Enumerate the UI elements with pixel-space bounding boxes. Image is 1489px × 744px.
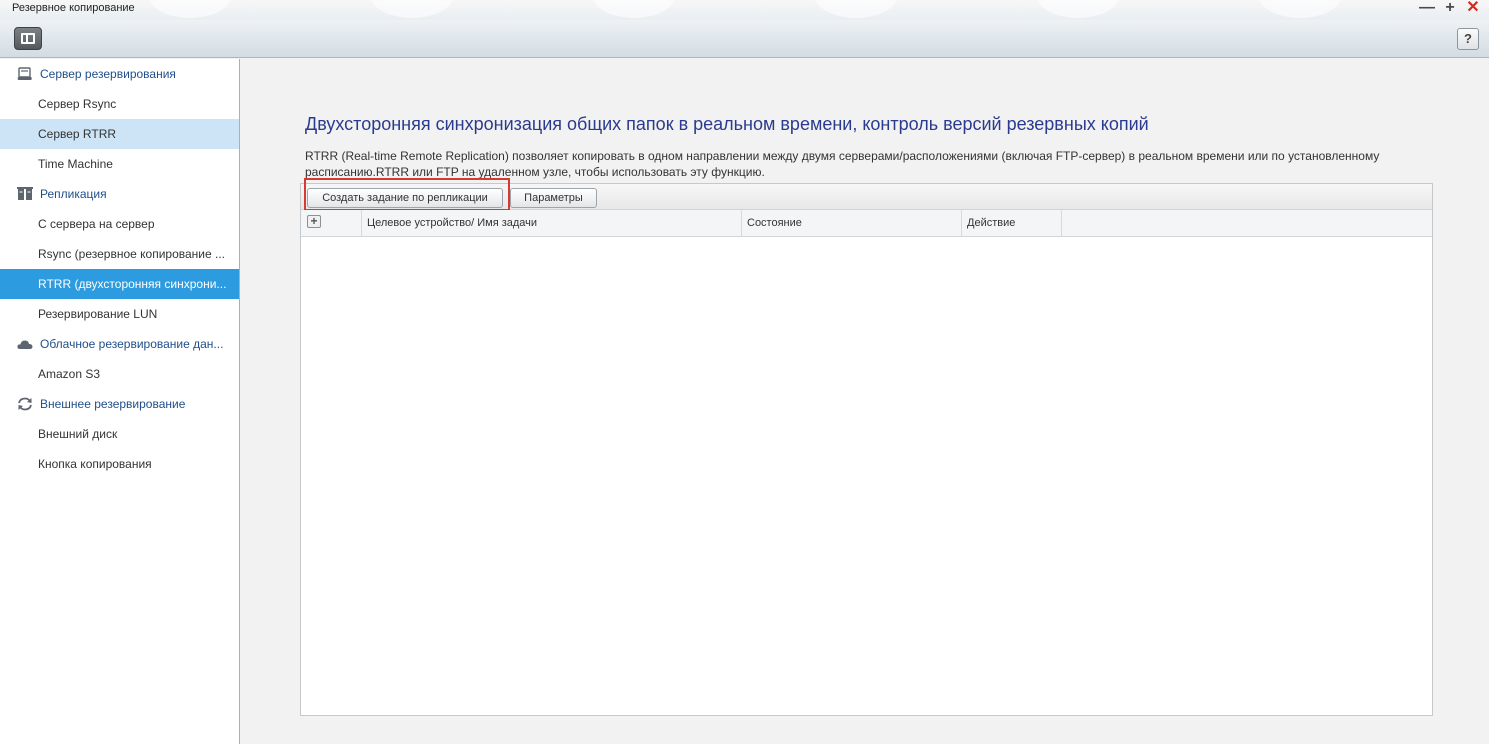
sidebar-item-copy-button[interactable]: Кнопка копирования [0,449,239,479]
sidebar-item-rsync-backup[interactable]: Rsync (резервное копирование ... [0,239,239,269]
cloud-icon [17,340,33,349]
sidebar-item-label: Amazon S3 [38,367,101,381]
table-header: + Целевое устройство/ Имя задачи Состоян… [301,210,1432,237]
sidebar-category-cloud-backup[interactable]: Облачное резервирование дан... [0,329,239,359]
sidebar-category-replication[interactable]: Репликация [0,179,239,209]
sidebar-item-label: Кнопка копирования [38,457,152,471]
background-decoration [1036,0,1120,18]
sidebar-item-label: Сервер резервирования [40,67,176,81]
help-button[interactable]: ? [1457,28,1479,50]
background-decoration [148,0,232,18]
sidebar-item-label: Облачное резервирование дан... [40,337,224,351]
column-header-action[interactable]: Действие [962,210,1062,236]
toolbar: ? [0,20,1489,58]
sidebar-item-time-machine[interactable]: Time Machine [0,149,239,179]
sidebar-item-external-disk[interactable]: Внешний диск [0,419,239,449]
window-titlebar: Резервное копирование — + ✕ [0,0,1489,20]
sidebar-item-label: Сервер Rsync [38,97,117,111]
sidebar-category-external-backup[interactable]: Внешнее резервирование [0,389,239,419]
page-description: RTRR (Real-time Remote Replication) позв… [305,149,1380,179]
sidebar-item-server-to-server[interactable]: С сервера на сервер [0,209,239,239]
background-decoration [592,0,676,18]
sidebar-item-label: Сервер RTRR [38,127,117,141]
background-decoration [370,0,454,18]
sidebar-item-label: Внешний диск [38,427,118,441]
close-button[interactable]: ✕ [1466,0,1480,16]
main-content: Двухсторонняя синхронизация общих папок … [241,59,1489,744]
sidebar-item-rtrr-sync[interactable]: RTRR (двухсторонняя синхрони... [0,269,239,299]
sidebar-item-rtrr-server[interactable]: Сервер RTRR [0,119,239,149]
panel-layout-icon [21,33,35,44]
sidebar: Сервер резервирования Сервер Rsync Серве… [0,59,240,744]
background-decoration [814,0,898,18]
maximize-button[interactable]: + [1443,0,1457,16]
window-title: Резервное копирование [12,2,135,14]
table-header-expand-cell: + [301,210,362,236]
sidebar-item-label: Репликация [40,187,107,201]
sidebar-item-lun-backup[interactable]: Резервирование LUN [0,299,239,329]
sidebar-item-label: Rsync (резервное копирование ... [38,247,226,261]
sidebar-item-amazon-s3[interactable]: Amazon S3 [0,359,239,389]
sidebar-item-label: С сервера на сервер [38,217,155,231]
sidebar-category-backup-server[interactable]: Сервер резервирования [0,59,239,89]
panel-toolbar: Создать задание по репликации Параметры [301,178,1432,211]
column-header-status[interactable]: Состояние [742,210,962,236]
sidebar-item-label: Внешнее резервирование [40,397,186,411]
sidebar-item-label: Резервирование LUN [38,307,158,321]
parameters-button[interactable]: Параметры [510,188,597,208]
page-title: Двухсторонняя синхронизация общих папок … [305,114,1149,134]
sidebar-item-rsync-server[interactable]: Сервер Rsync [0,89,239,119]
toggle-sidebar-button[interactable] [14,27,42,50]
highlight-frame [304,178,510,211]
expand-all-plus-icon[interactable]: + [307,215,321,228]
replication-icon [17,187,33,200]
server-backup-icon [17,67,32,80]
minimize-button[interactable]: — [1419,0,1435,16]
sidebar-item-label: RTRR (двухсторонняя синхрони... [38,277,227,291]
background-decoration [1258,0,1342,18]
sidebar-item-label: Time Machine [38,157,113,171]
column-header-target-device[interactable]: Целевое устройство/ Имя задачи [362,210,742,236]
sync-arrows-icon [18,397,32,411]
replication-jobs-panel: Создать задание по репликации Параметры … [300,178,1433,716]
